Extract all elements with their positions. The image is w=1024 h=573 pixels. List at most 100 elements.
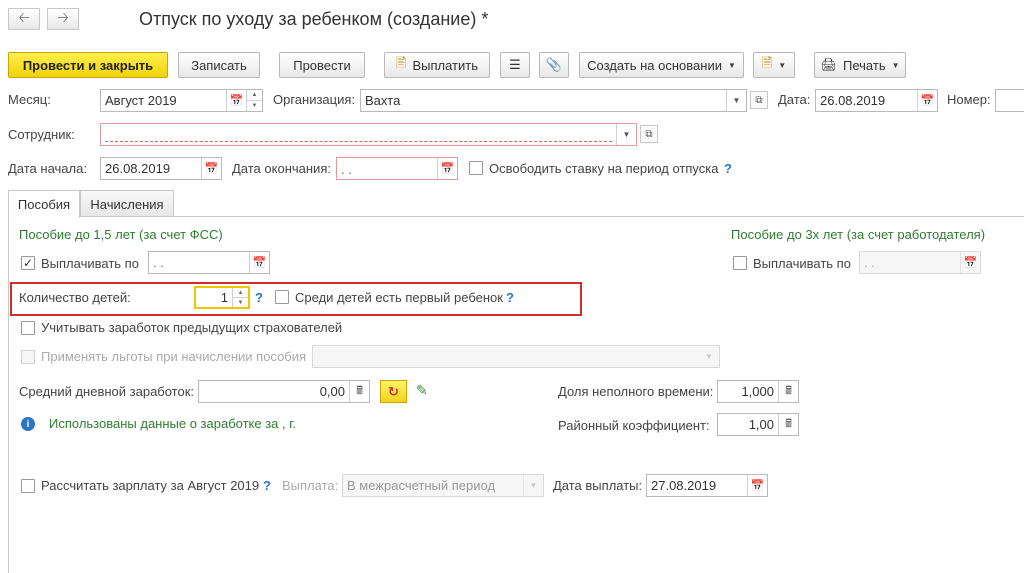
print-button[interactable]: 🖨 Печать ▼ — [814, 52, 906, 78]
help-icon[interactable]: ? — [263, 478, 271, 493]
employee-value — [105, 128, 612, 142]
start-date-value: 26.08.2019 — [105, 161, 171, 176]
calculator-icon[interactable]: 🖩 — [778, 381, 798, 402]
pay-until-label: Выплачивать по — [41, 256, 139, 271]
help-icon[interactable]: ? — [506, 290, 514, 305]
number-label: Номер: — [947, 92, 991, 107]
date-value: 26.08.2019 — [820, 93, 886, 108]
tab-accruals[interactable]: Начисления — [80, 190, 174, 217]
part-time-field[interactable]: 1,000 🖩 — [717, 380, 799, 403]
start-date-field[interactable]: 26.08.2019 📅 — [100, 157, 222, 180]
calendar-icon[interactable]: 📅 — [437, 158, 457, 179]
free-rate-label: Освободить ставку на период отпуска — [489, 161, 719, 176]
recalculate-button[interactable]: ↻ — [380, 380, 407, 403]
free-rate-checkbox[interactable] — [469, 161, 483, 175]
pay-button-label: Выплатить — [412, 57, 478, 73]
pay-button[interactable]: 🖹 Выплатить — [384, 52, 490, 78]
prev-insurers-checkbox[interactable] — [21, 321, 35, 335]
save-button[interactable]: Записать — [178, 52, 260, 78]
end-date-value: . . — [341, 161, 352, 176]
forward-button[interactable]: 🡢 — [47, 8, 79, 30]
date-field[interactable]: 26.08.2019 📅 — [815, 89, 938, 112]
district-coef-label: Районный коэффициент: — [558, 418, 710, 433]
open-employee-button[interactable]: ⧉ — [640, 125, 658, 143]
chevron-down-icon: ▼ — [778, 60, 787, 70]
end-date-field[interactable]: . . 📅 — [336, 157, 458, 180]
help-icon[interactable]: ? — [255, 290, 263, 305]
pay-date-value: 27.08.2019 — [651, 478, 717, 493]
date-label: Дата: — [778, 92, 811, 107]
pay-until-3y-label: Выплачивать по — [753, 256, 851, 271]
employee-label: Сотрудник: — [8, 127, 75, 142]
part-time-label: Доля неполного времени: — [558, 384, 714, 399]
open-link-icon: ⧉ — [755, 94, 763, 106]
open-organization-button[interactable]: ⧉ — [750, 91, 768, 109]
list-button[interactable]: ☰ — [500, 52, 530, 78]
panel-border — [8, 216, 9, 573]
employee-field[interactable]: ▼ — [100, 123, 637, 146]
pay-until-field[interactable]: . . 📅 — [148, 251, 270, 274]
post-and-close-button[interactable]: Провести и закрыть — [8, 52, 168, 78]
print-label: Печать — [843, 57, 886, 73]
calculator-icon[interactable]: 🖩 — [778, 414, 798, 435]
calendar-icon[interactable]: 📅 — [747, 475, 767, 496]
calendar-icon[interactable]: 📅 — [201, 158, 221, 179]
pay-date-label: Дата выплаты: — [553, 478, 643, 493]
chevron-down-icon[interactable]: ▼ — [726, 90, 746, 111]
chevron-down-icon: ▼ — [727, 60, 736, 70]
calendar-icon[interactable]: 📅 — [917, 90, 937, 111]
avg-earnings-label: Средний дневной заработок: — [19, 384, 195, 399]
month-stepper[interactable]: ▲ ▼ — [246, 90, 262, 111]
chevron-down-icon[interactable]: ▼ — [616, 124, 636, 145]
month-field[interactable]: Август 2019 📅 ▲ ▼ — [100, 89, 263, 112]
payout-label: Выплата: — [282, 478, 339, 493]
documents-icon: 🗎 — [761, 55, 773, 70]
pay-until-3y-value: . . — [864, 255, 875, 270]
pay-date-field[interactable]: 27.08.2019 📅 — [646, 474, 768, 497]
organization-field[interactable]: Вахта ▼ — [360, 89, 747, 112]
attach-button[interactable]: 📎 — [539, 52, 569, 78]
chevron-down-icon: ▼ — [523, 475, 543, 496]
create-based-on-label: Создать на основании — [587, 57, 722, 73]
calc-payroll-label: Рассчитать зарплату за Август 2019 — [41, 478, 260, 493]
calendar-icon[interactable]: 📅 — [226, 90, 246, 111]
pencil-icon[interactable]: ✎ — [416, 382, 428, 399]
privileges-field: ▼ — [312, 345, 720, 368]
children-count-stepper[interactable]: ▲ ▼ — [232, 288, 248, 307]
back-button[interactable]: 🡠 — [8, 8, 40, 30]
calendar-icon[interactable]: 📅 — [249, 252, 269, 273]
chevron-down-icon: ▼ — [891, 60, 900, 70]
tab-benefits[interactable]: Пособия — [8, 190, 80, 218]
organization-label: Организация: — [273, 92, 356, 107]
calculator-icon[interactable]: 🖩 — [349, 381, 369, 402]
avg-earnings-field[interactable]: 0,00 🖩 — [198, 380, 370, 403]
district-coef-value: 1,00 — [748, 417, 774, 432]
help-icon[interactable]: ? — [724, 161, 732, 176]
create-based-on-button[interactable]: Создать на основании ▼ — [579, 52, 744, 78]
page-title: Отпуск по уходу за ребенком (создание) * — [139, 9, 489, 29]
pay-until-checkbox[interactable]: ✓ — [21, 256, 35, 270]
document-icon: 🖹 — [396, 55, 407, 70]
printer-icon: 🖨 — [820, 57, 837, 72]
payout-field: В межрасчетный период ▼ — [342, 474, 544, 497]
pay-until-3y-checkbox[interactable] — [733, 256, 747, 270]
children-count-field[interactable]: 1 ▲ ▼ — [194, 286, 250, 309]
first-child-checkbox[interactable] — [275, 290, 289, 304]
refresh-icon: ↻ — [388, 383, 399, 399]
pay-until-3y-field: . . 📅 — [859, 251, 981, 274]
post-button[interactable]: Провести — [279, 52, 365, 78]
open-link-icon: ⧉ — [645, 128, 653, 140]
district-coef-field[interactable]: 1,00 🖩 — [717, 413, 799, 436]
start-date-label: Дата начала: — [8, 161, 87, 176]
number-field[interactable] — [995, 89, 1024, 112]
month-value: Август 2019 — [105, 93, 177, 108]
related-docs-button[interactable]: 🗎 ▼ — [753, 52, 795, 78]
used-data-link[interactable]: Использованы данные о заработке за , г. — [49, 416, 296, 431]
chevron-down-icon: ▼ — [705, 352, 713, 361]
first-child-label: Среди детей есть первый ребенок — [295, 290, 503, 305]
end-date-label: Дата окончания: — [232, 161, 331, 176]
info-icon: i — [21, 417, 35, 431]
tab-divider — [8, 216, 1024, 217]
calc-payroll-checkbox[interactable] — [21, 479, 35, 493]
payout-value: В межрасчетный период — [347, 478, 496, 493]
